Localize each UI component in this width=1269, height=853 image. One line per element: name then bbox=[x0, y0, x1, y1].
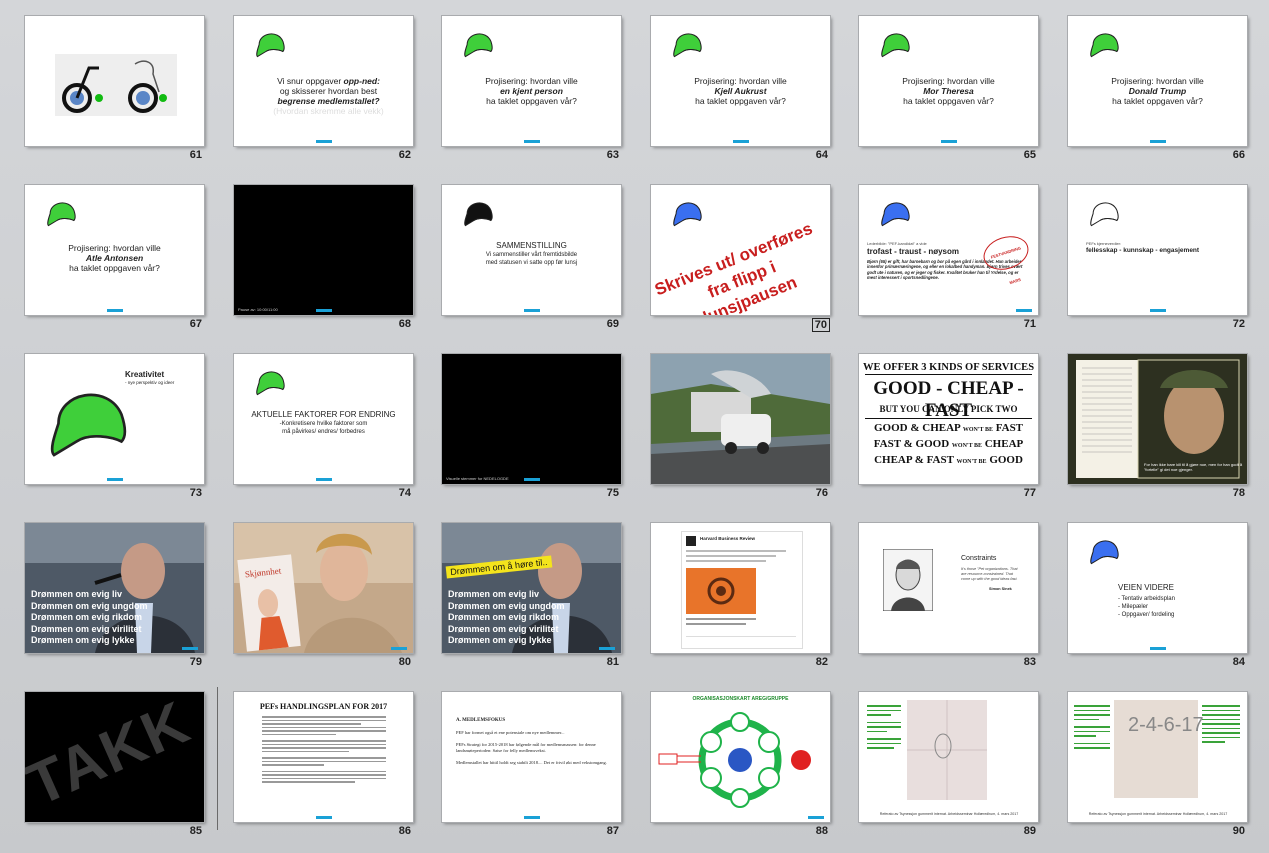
slide-number: 67 bbox=[189, 318, 202, 330]
slide-number: 87 bbox=[606, 825, 619, 837]
slide-76[interactable]: 76 bbox=[651, 354, 830, 502]
slide-number: 83 bbox=[1023, 656, 1036, 668]
slide-number: 68 bbox=[398, 318, 411, 330]
slide-88[interactable]: ORGANISASJONSKART AREG/GRUPPE 88 bbox=[651, 692, 830, 840]
slide-number: 84 bbox=[1232, 656, 1245, 668]
slide-number: 88 bbox=[815, 825, 828, 837]
slide-number: 80 bbox=[398, 656, 411, 668]
slide-90[interactable]: 2-4-6-17 Referato av Tsynessjon gummerit… bbox=[1068, 692, 1247, 840]
blue-cap-icon bbox=[1088, 533, 1122, 567]
slide-number: 89 bbox=[1023, 825, 1036, 837]
slide-62[interactable]: Vi snur oppgaver opp-ned: og skisserer h… bbox=[234, 16, 413, 164]
slide-number: 71 bbox=[1023, 318, 1036, 330]
slide-67[interactable]: Projisering: hvordan ville Atle Antonsen… bbox=[25, 185, 204, 333]
slide-number: 75 bbox=[606, 487, 619, 499]
slide-82[interactable]: Harvard Business Review 82 bbox=[651, 523, 830, 671]
blue-cap-icon bbox=[671, 195, 705, 229]
flipchart-photo bbox=[907, 700, 987, 800]
slide-71[interactable]: Lederbilde: "PEF-kandidat" a vide trofas… bbox=[859, 185, 1038, 333]
slide-72[interactable]: PEFs kjerneverdier: fellesskap - kunnska… bbox=[1068, 185, 1247, 333]
slide-68[interactable]: Pause av: 10:00/11:00 68 bbox=[234, 185, 413, 333]
slide-65[interactable]: Projisering: hvordan ville Mor Theresa h… bbox=[859, 16, 1038, 164]
blue-cap-icon bbox=[879, 195, 913, 229]
slide-number: 81 bbox=[606, 656, 619, 668]
slide-number: 77 bbox=[1023, 487, 1036, 499]
slide-85[interactable]: TAKK 85 bbox=[25, 692, 204, 840]
slide-number: 63 bbox=[606, 149, 619, 161]
slide-69[interactable]: SAMMENSTILLING Vi sammenstiller vårt fre… bbox=[442, 185, 621, 333]
slide-number: 62 bbox=[398, 149, 411, 161]
slide-77[interactable]: WE OFFER 3 KINDS OF SERVICES GOOD - CHEA… bbox=[859, 354, 1038, 502]
slide-number: 74 bbox=[398, 487, 411, 499]
green-cap-icon bbox=[45, 374, 135, 464]
slide-83[interactable]: Constraints It's those "Pet organization… bbox=[859, 523, 1038, 671]
slide-number: 86 bbox=[398, 825, 411, 837]
slide-number: 64 bbox=[815, 149, 828, 161]
slide-number: 90 bbox=[1232, 825, 1245, 837]
green-cap-icon bbox=[671, 26, 705, 60]
slide-number: 65 bbox=[1023, 149, 1036, 161]
slide-89[interactable]: Referato av Tsynessjon gummerit internat… bbox=[859, 692, 1038, 840]
slide-number: 76 bbox=[815, 487, 828, 499]
green-cap-icon bbox=[45, 195, 79, 229]
slide-70[interactable]: Skrives ut/ overføres fra flipp i lunsjp… bbox=[651, 185, 830, 333]
slide-79[interactable]: Drømmen om evig liv Drømmen om evig ungd… bbox=[25, 523, 204, 671]
slide-74[interactable]: AKTUELLE FAKTORER FOR ENDRING -Konkretis… bbox=[234, 354, 413, 502]
slide-64[interactable]: Projisering: hvordan ville Kjell Aukrust… bbox=[651, 16, 830, 164]
white-cap-icon bbox=[1088, 195, 1122, 229]
green-cap-icon bbox=[1088, 26, 1122, 60]
slide-number: 61 bbox=[189, 149, 202, 161]
green-cap-icon bbox=[254, 364, 288, 398]
magazine-photo: Skjønnhet bbox=[234, 523, 413, 653]
slide-number: 82 bbox=[815, 656, 828, 668]
portrait-photo bbox=[883, 549, 933, 611]
slide-78[interactable]: For han ikke bare kill til å gjøre noe, … bbox=[1068, 354, 1247, 502]
exercise-bike-image bbox=[55, 54, 177, 116]
slide-66[interactable]: Projisering: hvordan ville Donald Trump … bbox=[1068, 16, 1247, 164]
slide-63[interactable]: Projisering: hvordan ville en kjent pers… bbox=[442, 16, 621, 164]
green-cap-icon bbox=[879, 26, 913, 60]
slide-number: 85 bbox=[189, 825, 202, 837]
slide-61[interactable]: 61 bbox=[25, 16, 204, 164]
black-cap-icon bbox=[462, 195, 496, 229]
slide-number: 72 bbox=[1232, 318, 1245, 330]
org-chart-diagram bbox=[658, 712, 811, 808]
slide-number: 79 bbox=[189, 656, 202, 668]
slide-number: 78 bbox=[1232, 487, 1245, 499]
slide-number: 70 bbox=[811, 318, 830, 332]
green-cap-icon bbox=[254, 26, 288, 60]
slide-81[interactable]: Drømmen om å høre til.. Drømmen om evig … bbox=[442, 523, 621, 671]
slide-87[interactable]: A. MEDLEMSFOKUS PEF har formet også et e… bbox=[442, 692, 621, 840]
slide-number: 66 bbox=[1232, 149, 1245, 161]
slide-75[interactable]: Visuelle stemmer for NEDELOGDE 75 bbox=[442, 354, 621, 502]
road-photo bbox=[651, 354, 830, 484]
slide-number: 73 bbox=[189, 487, 202, 499]
slide-84[interactable]: VEIEN VIDERE - Tentativ arbeidsplan - Mi… bbox=[1068, 523, 1247, 671]
insertion-marker bbox=[217, 687, 218, 830]
slide-86[interactable]: PEFs HANDLINGSPLAN FOR 2017 86 bbox=[234, 692, 413, 840]
slide-80[interactable]: Skjønnhet 80 bbox=[234, 523, 413, 671]
slide-number: 69 bbox=[606, 318, 619, 330]
slide-73[interactable]: Kreativitet - nye perspektiv og ideer 73 bbox=[25, 354, 204, 502]
green-cap-icon bbox=[462, 26, 496, 60]
